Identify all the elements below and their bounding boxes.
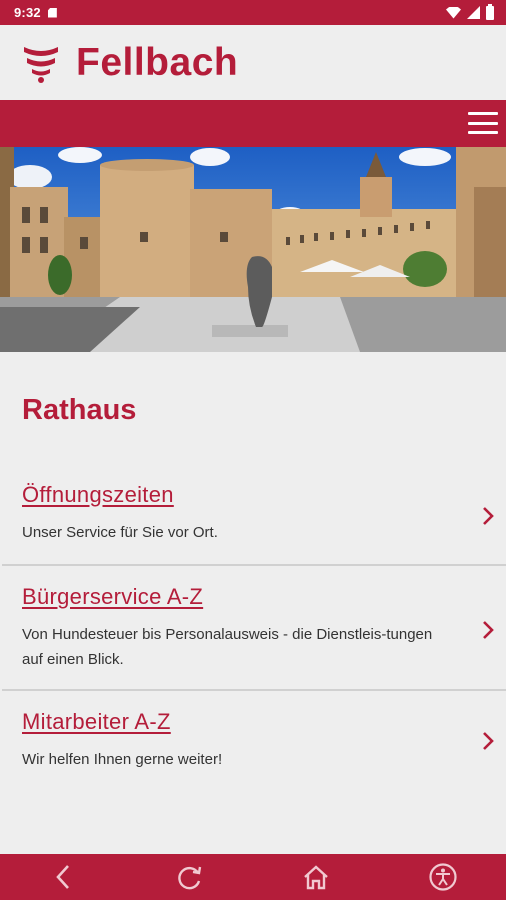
hero-image [0,147,506,352]
list-item-title[interactable]: Mitarbeiter A-Z [22,691,456,737]
home-icon [304,865,329,890]
accessibility-button[interactable] [420,854,466,900]
sd-card-icon [47,7,57,18]
wifi-icon [446,6,461,19]
content: Rathaus Öffnungszeiten Unser Service für… [0,390,506,791]
list-item-title[interactable]: Öffnungszeiten [22,466,456,510]
reload-button[interactable] [167,854,213,900]
bottom-nav-bar [0,854,506,900]
list-item-title[interactable]: Bürgerservice A-Z [22,566,456,612]
back-button[interactable] [40,854,86,900]
list-item-oeffnungszeiten[interactable]: Öffnungszeiten Unser Service für Sie vor… [0,466,506,564]
status-bar: 9:32 [0,0,506,25]
list-item-mitarbeiter[interactable]: Mitarbeiter A-Z Wir helfen Ihnen gerne w… [0,691,506,791]
reload-icon [177,866,201,890]
home-button[interactable] [293,854,339,900]
page-title: Rathaus [22,394,137,426]
hamburger-menu-icon[interactable] [468,111,498,135]
battery-icon [486,3,494,20]
chevron-right-icon [483,621,494,639]
list-item-description: Von Hundesteuer bis Personalausweis - di… [22,626,433,668]
chevron-right-icon [483,732,494,750]
list-item-description: Wir helfen Ihnen gerne weiter! [22,751,223,768]
service-list: Öffnungszeiten Unser Service für Sie vor… [0,466,506,791]
accessibility-icon [429,863,457,891]
logo-bar: Fellbach [0,25,506,100]
nav-bar [0,100,506,147]
logo-text: Fellbach [76,40,239,84]
chevron-right-icon [483,507,494,525]
fellbach-logo-icon [24,46,58,83]
list-item-buergerservice[interactable]: Bürgerservice A-Z Von Hundesteuer bis Pe… [0,566,506,689]
back-icon [56,865,70,889]
list-item-description: Unser Service für Sie vor Ort. [22,524,218,541]
status-time: 9:32 [14,5,41,20]
signal-icon [467,6,480,19]
